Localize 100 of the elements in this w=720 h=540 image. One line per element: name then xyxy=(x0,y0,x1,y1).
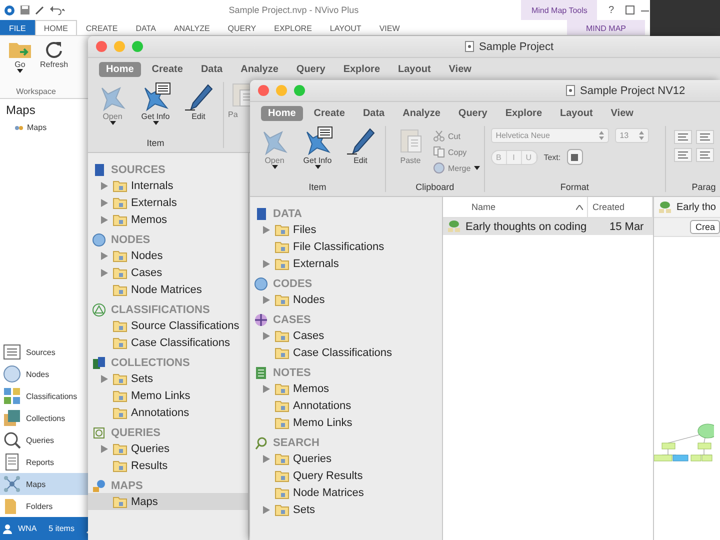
sidebar-item[interactable]: Memos xyxy=(250,380,442,397)
align-icon[interactable] xyxy=(696,130,714,144)
disclosure-triangle-icon[interactable] xyxy=(263,332,270,340)
navigation-button[interactable]: Classifications xyxy=(0,385,88,407)
ribbon-tab[interactable]: View xyxy=(604,106,640,121)
ribbon-button[interactable]: Refresh xyxy=(40,40,68,73)
save-icon[interactable] xyxy=(20,5,30,15)
sidebar-item[interactable]: Case Classifications xyxy=(250,344,442,361)
navigation-button[interactable]: Reports xyxy=(0,451,88,473)
close-button[interactable] xyxy=(96,41,107,52)
sidebar-item[interactable]: Memo Links xyxy=(88,387,248,404)
zoom-button[interactable] xyxy=(132,41,143,52)
zoom-button[interactable] xyxy=(294,85,305,96)
sidebar-item[interactable]: Nodes xyxy=(250,291,442,308)
ribbon-tab[interactable]: MIND MAP xyxy=(567,20,645,35)
ribbon-tab[interactable]: Query xyxy=(289,62,332,77)
sidebar-item[interactable]: Memo Links xyxy=(250,414,442,431)
navigation-button[interactable]: Sources xyxy=(0,341,88,363)
sidebar-item[interactable]: Sets xyxy=(88,370,248,387)
ribbon-tab[interactable]: Data xyxy=(356,106,392,121)
ribbon-tab[interactable]: Analyze xyxy=(234,62,286,77)
align-icon[interactable] xyxy=(674,130,692,144)
align-icon[interactable] xyxy=(674,148,692,162)
ribbon-tab[interactable]: VIEW xyxy=(370,20,409,35)
disclosure-triangle-icon[interactable] xyxy=(263,260,270,268)
search-icon xyxy=(254,436,268,450)
ribbon-button[interactable]: Edit xyxy=(340,126,381,165)
sidebar-item[interactable]: Internals xyxy=(88,177,248,194)
ribbon-tab[interactable]: Data xyxy=(194,62,230,77)
toolbar-button[interactable]: Crea xyxy=(690,220,720,234)
ribbon-tab[interactable]: Query xyxy=(451,106,494,121)
sidebar-item[interactable]: Cases xyxy=(250,327,442,344)
disclosure-triangle-icon[interactable] xyxy=(101,198,108,206)
navigation-button[interactable]: Maps xyxy=(0,473,88,495)
sidebar-item[interactable]: Files xyxy=(250,221,442,238)
sidebar-item[interactable]: Sets xyxy=(250,501,442,518)
sidebar-item[interactable]: Annotations xyxy=(88,404,248,421)
disclosure-triangle-icon[interactable] xyxy=(263,226,270,234)
close-button[interactable] xyxy=(258,85,269,96)
pencil-icon[interactable] xyxy=(35,5,45,15)
ribbon-button[interactable]: Get Info xyxy=(135,82,176,125)
sidebar-item[interactable]: Annotations xyxy=(250,397,442,414)
sidebar-item[interactable]: File Classifications xyxy=(250,238,442,255)
sidebar-item[interactable]: Case Classifications xyxy=(88,334,248,351)
disclosure-triangle-icon[interactable] xyxy=(263,296,270,304)
ribbon-tab[interactable]: DATA xyxy=(126,20,165,35)
ribbon-tab[interactable]: FILE xyxy=(0,20,35,35)
ribbon-tab[interactable]: View xyxy=(442,62,478,77)
sidebar-item[interactable]: Nodes xyxy=(88,247,248,264)
sidebar-item[interactable]: Memos xyxy=(88,211,248,228)
navigation-button[interactable]: Folders xyxy=(0,495,88,517)
help-button[interactable]: ? xyxy=(608,4,614,16)
sidebar-item[interactable]: Externals xyxy=(88,194,248,211)
column-header[interactable]: Name xyxy=(467,197,588,217)
undo-icon[interactable] xyxy=(50,5,66,15)
table-row[interactable]: Early thoughts on coding 15 Mar xyxy=(443,218,654,235)
ribbon-tab[interactable]: Layout xyxy=(553,106,600,121)
ribbon-button[interactable]: Edit xyxy=(178,82,219,121)
ribbon-tab[interactable]: LAYOUT xyxy=(320,20,370,35)
sidebar-item[interactable]: Query Results xyxy=(250,467,442,484)
navigation-button[interactable]: Collections xyxy=(0,407,88,429)
ribbon-tab[interactable]: CREATE xyxy=(76,20,127,35)
column-header[interactable]: Created xyxy=(588,197,654,217)
ribbon-button[interactable]: Get Info xyxy=(297,126,338,169)
disclosure-triangle-icon[interactable] xyxy=(263,454,270,462)
color-well[interactable] xyxy=(566,149,583,165)
sidebar-item[interactable]: Cases xyxy=(88,264,248,281)
sidebar-item[interactable]: Externals xyxy=(250,255,442,272)
ribbon-tab[interactable]: Explore xyxy=(336,62,388,77)
disclosure-triangle-icon[interactable] xyxy=(263,384,270,392)
sidebar-item[interactable]: Results xyxy=(88,457,248,474)
sidebar-item[interactable]: Node Matrices xyxy=(250,484,442,501)
stepper-arrows-icon[interactable] xyxy=(638,131,644,140)
disclosure-triangle-icon[interactable] xyxy=(101,216,108,224)
align-icon[interactable] xyxy=(696,148,714,162)
sidebar-item[interactable]: Queries xyxy=(250,450,442,467)
ribbon-tab[interactable]: Analyze xyxy=(396,106,448,121)
navigation-button[interactable]: Queries xyxy=(0,429,88,451)
sidebar-item[interactable]: Node Matrices xyxy=(88,281,248,298)
sidebar-item[interactable]: Queries xyxy=(88,440,248,457)
ribbon-tab[interactable]: QUERY xyxy=(218,20,266,35)
disclosure-triangle-icon[interactable] xyxy=(101,374,108,382)
tree-item[interactable]: Maps xyxy=(0,117,88,132)
ribbon-button[interactable]: Go xyxy=(6,40,34,73)
disclosure-triangle-icon[interactable] xyxy=(101,268,108,276)
sidebar-item[interactable]: Maps xyxy=(88,493,248,510)
ribbon-tab[interactable]: Create xyxy=(306,106,352,121)
ribbon-tab[interactable]: Explore xyxy=(498,106,550,121)
sidebar-item[interactable]: Source Classifications xyxy=(88,317,248,334)
disclosure-triangle-icon[interactable] xyxy=(101,182,108,190)
restore-icon[interactable] xyxy=(625,5,635,15)
ribbon-tab[interactable]: Create xyxy=(144,62,190,77)
navigation-button[interactable]: Nodes xyxy=(0,363,88,385)
ribbon-tab[interactable]: Layout xyxy=(391,62,438,77)
disclosure-triangle-icon[interactable] xyxy=(101,252,108,260)
ribbon-tab[interactable]: HOME xyxy=(34,20,77,35)
ribbon-tab[interactable]: ANALYZE xyxy=(164,20,219,35)
disclosure-triangle-icon[interactable] xyxy=(101,444,108,452)
disclosure-triangle-icon[interactable] xyxy=(263,506,270,514)
ribbon-tab[interactable]: EXPLORE xyxy=(265,20,321,35)
